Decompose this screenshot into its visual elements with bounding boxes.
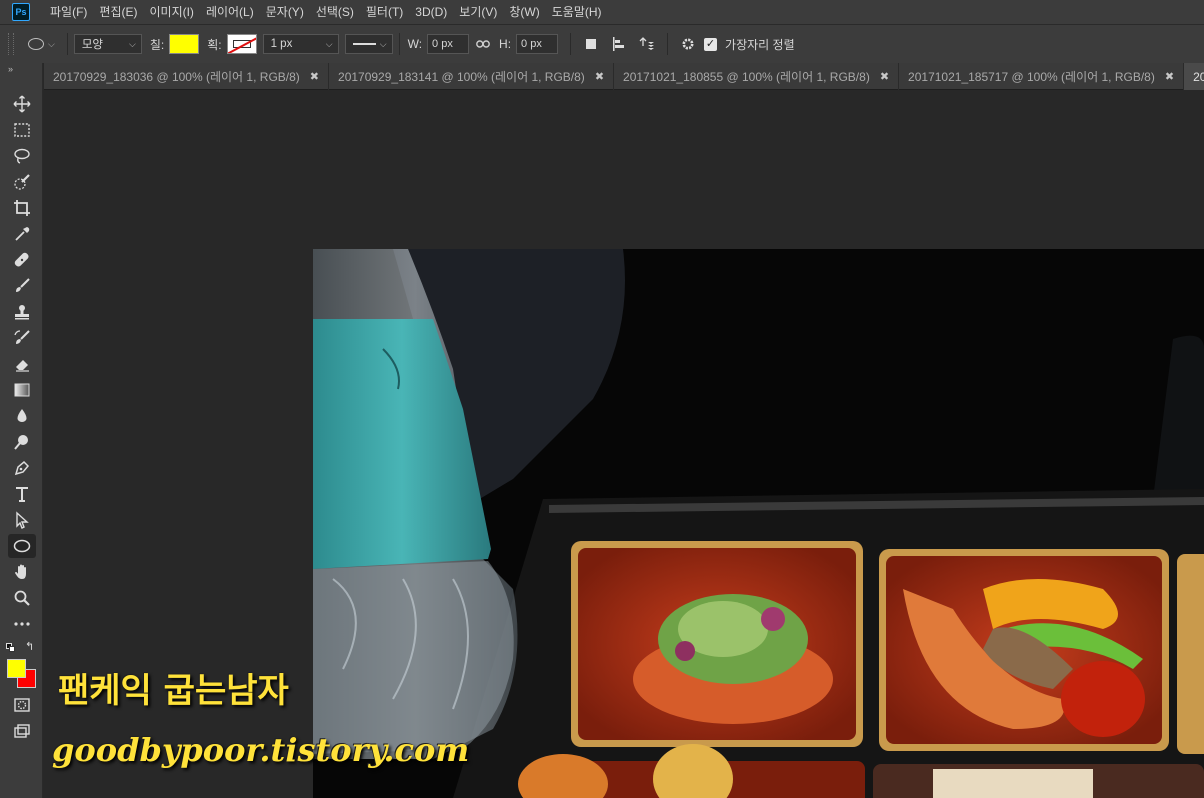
healing-icon[interactable] [8,248,36,272]
document-tab-bar: 20170929_183036 @ 100% (레이어 1, RGB/8) ✖ 2… [44,63,1204,90]
divider [66,33,68,55]
align-edges-label: 가장자리 정렬 [725,37,795,52]
tab-label: 20171021_185717 @ 100% (레이어 1, RGB/8) [908,70,1155,84]
tab-label: 20170929_183141 @ 100% (레이어 1, RGB/8) [338,70,585,84]
height-input[interactable]: 0 px [516,34,559,54]
close-icon[interactable]: ✖ [1165,70,1174,83]
tab-label: 20170929_183036 @ 100% (레이어 1, RGB/8) [53,70,300,84]
document-tab[interactable]: 20171021_180855 @ 100% (레이어 1, RGB/8) ✖ [614,63,900,90]
path-select-icon[interactable] [8,508,36,532]
stamp-icon[interactable] [8,300,36,324]
shape-mode-value: 모양 [81,39,103,51]
stroke-line-preview [352,43,376,45]
stroke-label: 획: [207,37,222,52]
expand-panel-icon[interactable]: » [0,63,42,77]
shape-mode-dropdown[interactable]: 모양 ⌵ [73,34,142,54]
document-canvas[interactable]: 팬케익 굽는남자 goodbypoor.tistory.com [44,91,1204,798]
divider [667,33,669,55]
swap-colors-icon[interactable]: ↰ [25,640,34,653]
fill-color-swatch[interactable] [169,34,200,54]
photo-layer[interactable] [313,249,1204,798]
divider [570,33,572,55]
menu-image[interactable]: 이미지(I) [143,0,199,24]
tab-label: 2017 [1193,69,1204,84]
options-bar: ⌵ 모양 ⌵ 칠: 획: 1 px ⌵ ⌵ W: 0 px H: 0 px ✓ 가장… [0,24,1204,63]
chevron-down-icon: ⌵ [325,38,333,49]
ellipse-icon[interactable] [8,534,36,558]
menu-3d[interactable]: 3D(D) [409,0,453,24]
tab-label: 20171021_180855 @ 100% (레이어 1, RGB/8) [623,70,870,84]
more-icon[interactable] [8,612,36,636]
marquee-icon[interactable] [8,118,36,142]
menu-edit[interactable]: 편집(E) [93,0,143,24]
history-brush-icon[interactable] [8,326,36,350]
chevron-down-icon: ⌵ [129,38,136,49]
path-alignment-icon[interactable] [609,34,629,54]
menu-window[interactable]: 창(W) [503,0,545,24]
watermark-url-text: goodbypoor.tistory.com [52,731,470,769]
link-icon[interactable] [473,34,493,54]
path-operations-icon[interactable] [581,34,601,54]
stroke-width-value: 1 px [270,38,293,50]
document-tab-active[interactable]: 2017 [1184,63,1204,90]
lasso-icon[interactable] [8,144,36,168]
crop-icon[interactable] [8,196,36,220]
dodge-icon[interactable] [8,430,36,454]
menu-select[interactable]: 선택(S) [310,0,360,24]
gear-icon[interactable] [678,34,698,54]
quick-select-icon[interactable] [8,170,36,194]
gradient-icon[interactable] [8,378,36,402]
options-grip[interactable] [8,33,14,55]
fill-label: 칠: [149,37,165,52]
pen-icon[interactable] [8,456,36,480]
type-icon[interactable] [8,482,36,506]
close-icon[interactable]: ✖ [880,70,889,83]
width-input[interactable]: 0 px [427,34,470,54]
default-colors-icon[interactable] [6,643,15,652]
stroke-color-swatch[interactable] [226,34,257,54]
food-photo [313,249,1204,798]
align-edges-checkbox[interactable]: ✓ [704,37,718,51]
menu-help[interactable]: 도움말(H) [546,0,608,24]
tool-preset-ellipse-icon[interactable] [28,38,44,50]
zoom-icon[interactable] [8,586,36,610]
tools-panel: » ↰ [0,63,43,798]
tool-preset-chevron-down-icon[interactable]: ⌵ [48,39,55,50]
screen-mode-icon[interactable] [8,719,36,743]
menu-type[interactable]: 문자(Y) [260,0,310,24]
hand-icon[interactable] [8,560,36,584]
menu-file[interactable]: 파일(F) [44,0,93,24]
menu-filter[interactable]: 필터(T) [360,0,409,24]
document-tab[interactable]: 20170929_183036 @ 100% (레이어 1, RGB/8) ✖ [44,63,330,90]
menu-bar: Ps 파일(F) 편집(E) 이미지(I) 레이어(L) 문자(Y) 선택(S)… [0,0,1204,24]
blur-icon[interactable] [8,404,36,428]
close-icon[interactable]: ✖ [595,70,604,83]
watermark-korean-text: 팬케익 굽는남자 [58,671,289,711]
divider [398,33,400,55]
move-icon[interactable] [8,92,36,116]
height-label: H: [499,37,512,51]
photoshop-logo[interactable]: Ps [12,3,30,21]
document-tab[interactable]: 20171021_185717 @ 100% (레이어 1, RGB/8) ✖ [899,63,1185,90]
close-icon[interactable]: ✖ [310,70,319,83]
quick-mask-icon[interactable] [8,693,36,717]
chevron-down-icon: ⌵ [379,38,387,49]
document-tab[interactable]: 20170929_183141 @ 100% (레이어 1, RGB/8) ✖ [329,63,615,90]
eraser-icon[interactable] [8,352,36,376]
brush-icon[interactable] [8,274,36,298]
eyedropper-icon[interactable] [8,222,36,246]
stroke-type-dropdown[interactable]: ⌵ [344,34,393,54]
stroke-width-field[interactable]: 1 px ⌵ [262,34,339,54]
menu-layer[interactable]: 레이어(L) [200,0,260,24]
path-arrangement-icon[interactable] [637,34,657,54]
foreground-color-swatch[interactable] [7,659,26,678]
width-label: W: [407,37,423,51]
menu-view[interactable]: 보기(V) [453,0,503,24]
